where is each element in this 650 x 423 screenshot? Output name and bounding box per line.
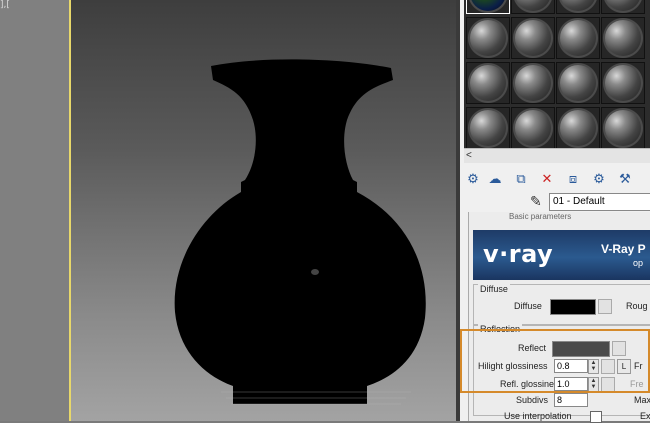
- rollout-title[interactable]: Basic parameters: [509, 212, 571, 221]
- sample-sphere-icon: [560, 110, 596, 146]
- material-sample-slot[interactable]: [601, 0, 645, 14]
- sample-sphere-icon: [515, 110, 551, 146]
- sample-sphere-icon: [515, 65, 551, 101]
- copy-material-icon[interactable]: ⧈: [564, 170, 582, 188]
- material-sample-slot[interactable]: [511, 0, 555, 14]
- material-name-field[interactable]: 01 - Default: [549, 193, 650, 211]
- annotation-highlight-box: [460, 329, 650, 393]
- material-sample-slot[interactable]: [556, 62, 600, 104]
- vray-banner-title: V-Ray P: [601, 242, 646, 256]
- use-interpolation-label: Use interpolation: [504, 411, 572, 421]
- sample-sphere-icon: [470, 65, 506, 101]
- diffuse-label: Diffuse: [514, 301, 542, 311]
- material-sample-slot[interactable]: [466, 0, 510, 14]
- sample-sphere-icon: [470, 0, 506, 11]
- subdivs-label: Subdivs: [516, 395, 549, 405]
- vray-logo: v·ray: [483, 240, 554, 268]
- sample-sphere-icon: [560, 65, 596, 101]
- vase-silhouette: [174, 59, 426, 405]
- sample-sphere-icon: [470, 110, 506, 146]
- max-depth-label: Max: [634, 395, 650, 405]
- diffuse-color-swatch[interactable]: [550, 299, 596, 315]
- scroll-left-icon[interactable]: <: [466, 149, 472, 163]
- sample-sphere-icon: [470, 20, 506, 56]
- material-sample-slot[interactable]: [601, 62, 645, 104]
- sample-sphere-icon: [605, 110, 641, 146]
- material-effects-icon[interactable]: ⚒: [616, 170, 634, 188]
- sample-sphere-icon: [605, 0, 641, 11]
- material-sample-slot[interactable]: [511, 62, 555, 104]
- material-sample-slot[interactable]: [556, 17, 600, 59]
- material-sample-slot[interactable]: [511, 17, 555, 59]
- material-sample-slot[interactable]: [466, 17, 510, 59]
- sample-sphere-icon: [605, 20, 641, 56]
- material-sample-slot[interactable]: [601, 17, 645, 59]
- diffuse-group-label: Diffuse: [478, 284, 510, 294]
- get-material-icon[interactable]: ⚙: [464, 170, 482, 188]
- roughness-label: Roug: [626, 301, 648, 311]
- vray-banner: v·ray V-Ray P op: [473, 230, 650, 280]
- put-to-scene-icon[interactable]: ☁: [486, 170, 504, 188]
- make-unique-icon[interactable]: ⚙: [590, 170, 608, 188]
- reset-map-icon[interactable]: ✕: [538, 170, 556, 188]
- slots-scrollbar[interactable]: <: [464, 148, 650, 163]
- vray-banner-subtitle: op: [633, 258, 644, 268]
- sample-sphere-icon: [515, 20, 551, 56]
- material-name-bar: ✎ 01 - Default: [464, 192, 650, 212]
- sample-sphere-icon: [560, 0, 596, 11]
- diffuse-group: Diffuse Diffuse Roug: [473, 284, 650, 326]
- use-interpolation-checkbox[interactable]: [590, 411, 602, 423]
- subdivs-input[interactable]: 8: [554, 393, 588, 407]
- viewport-left-strip: ],[: [0, 0, 71, 421]
- assign-to-selection-icon[interactable]: ⧉: [512, 170, 530, 188]
- material-sample-slot[interactable]: [556, 107, 600, 149]
- sample-slots-grid: [464, 0, 650, 149]
- material-sample-slot[interactable]: [466, 62, 510, 104]
- sample-sphere-icon: [560, 20, 596, 56]
- sample-sphere-icon: [515, 0, 551, 11]
- material-sample-slot[interactable]: [466, 107, 510, 149]
- sample-sphere-icon: [605, 65, 641, 101]
- perspective-viewport[interactable]: [71, 0, 456, 421]
- viewport-corner-label: ],[: [0, 0, 10, 10]
- eyedropper-icon[interactable]: ✎: [530, 193, 542, 210]
- material-sample-slot[interactable]: [601, 107, 645, 149]
- material-sample-slot[interactable]: [511, 107, 555, 149]
- exit-color-label: Ex: [640, 411, 650, 421]
- material-sample-slot[interactable]: [556, 0, 600, 14]
- diffuse-map-button[interactable]: [598, 299, 612, 314]
- material-toolbar: ⚙ ☁ ⧉ ✕ ⧈ ⚙ ⚒: [464, 168, 650, 192]
